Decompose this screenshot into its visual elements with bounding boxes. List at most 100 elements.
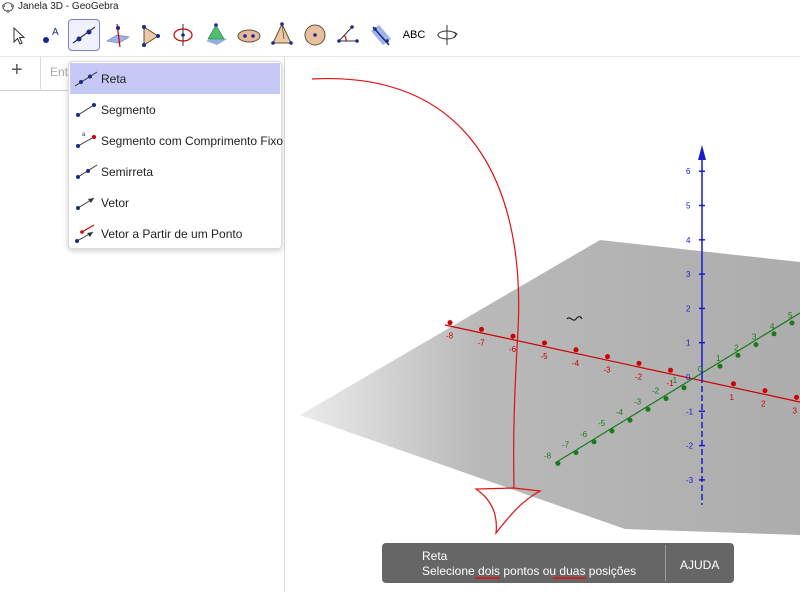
line-icon bbox=[74, 71, 98, 87]
vector-icon bbox=[76, 197, 95, 210]
y-tick-label: 1 bbox=[716, 354, 721, 363]
fixed-segment-icon: a bbox=[76, 132, 96, 148]
line-tools-menu: Reta Segmento a Segmento com Comprimento… bbox=[68, 61, 283, 249]
y-tick-dot bbox=[627, 417, 633, 423]
input-bar[interactable]: Ent bbox=[50, 65, 68, 79]
y-tick-dot bbox=[789, 320, 795, 326]
point-tool[interactable]: A bbox=[36, 20, 66, 50]
y-tick-dot bbox=[735, 352, 741, 358]
toolbar: A ABC bbox=[0, 16, 800, 57]
x-tick-dot bbox=[762, 388, 768, 394]
x-tick-dot bbox=[636, 360, 642, 366]
x-tick-dot bbox=[447, 320, 453, 326]
status-divider bbox=[665, 545, 666, 581]
y-tick-label: -8 bbox=[544, 451, 552, 460]
y-tick-dot bbox=[555, 460, 561, 466]
y-tick-label: 2 bbox=[734, 343, 739, 352]
xy-plane bbox=[300, 240, 800, 535]
y-tick-label: -4 bbox=[616, 408, 624, 417]
x-tick-dot bbox=[794, 394, 799, 400]
graphics-3d-view[interactable]: -8 -7 -6 -5 -4 -3 -2 -1 1 2 3 -8 -7 -6 -5 -4 -3 -2 -1 0 1 2 3… bbox=[285, 57, 800, 592]
window-title: Janela 3D - GeoGebra bbox=[18, 1, 119, 12]
geogebra-logo-icon bbox=[2, 1, 14, 16]
help-button[interactable]: AJUDA bbox=[680, 558, 719, 572]
z-tick-label: -1 bbox=[686, 407, 694, 416]
y-tick-dot bbox=[771, 331, 777, 337]
x-tick-dot bbox=[542, 340, 547, 346]
y-tick-label: -1 bbox=[670, 376, 678, 385]
x-tick-label: -3 bbox=[604, 366, 612, 375]
z-tick-label: 0 bbox=[686, 373, 691, 382]
z-tick-label: 2 bbox=[686, 304, 691, 313]
z-tick-label: -3 bbox=[686, 476, 694, 485]
segment-icon bbox=[76, 103, 96, 117]
x-tick-label: -4 bbox=[572, 359, 580, 368]
reflect-tool[interactable] bbox=[366, 20, 396, 50]
x-tick-dot bbox=[605, 354, 610, 360]
x-tick-label: -2 bbox=[635, 372, 643, 381]
x-tick-dot bbox=[731, 381, 736, 387]
y-tick-dot bbox=[591, 439, 597, 445]
y-tick-label: 5 bbox=[788, 311, 793, 320]
z-tick-label: 5 bbox=[686, 202, 691, 211]
rotate-view-tool[interactable] bbox=[432, 20, 462, 50]
z-tick-label: 1 bbox=[686, 339, 691, 348]
z-tick-label: 6 bbox=[686, 167, 691, 176]
menu-item-reta[interactable]: Reta bbox=[70, 63, 280, 94]
y-tick-dot bbox=[663, 396, 669, 402]
circle-tool[interactable] bbox=[168, 20, 198, 50]
x-tick-label: 2 bbox=[761, 400, 766, 409]
y-tick-label: 0 bbox=[698, 365, 703, 374]
status-tool-name: Reta bbox=[422, 549, 448, 563]
pyramid-tool[interactable] bbox=[267, 20, 297, 50]
z-tick-label: -2 bbox=[686, 442, 694, 451]
y-tick-dot bbox=[717, 363, 723, 369]
menu-item-vetor-partir-ponto[interactable]: Vetor a Partir de um Ponto bbox=[70, 218, 280, 249]
tool-help-bar: Reta Selecione dois pontos ou duas posiç… bbox=[382, 543, 734, 583]
ray-icon bbox=[76, 164, 98, 179]
menu-item-segmento-fixo[interactable]: a Segmento com Comprimento Fixo bbox=[70, 125, 283, 156]
x-tick-label: 3 bbox=[793, 406, 798, 415]
status-hint: Selecione dois pontos ou duas posições bbox=[422, 564, 637, 578]
title-bar: Janela 3D - GeoGebra bbox=[0, 0, 800, 15]
y-tick-dot bbox=[609, 428, 615, 434]
divider bbox=[40, 57, 41, 89]
sphere-tool[interactable] bbox=[300, 20, 330, 50]
x-tick-label: -8 bbox=[446, 332, 454, 341]
x-tick-dot bbox=[479, 326, 484, 332]
svg-text:a: a bbox=[82, 132, 86, 138]
line-tool[interactable] bbox=[68, 19, 100, 51]
x-tick-label: -6 bbox=[509, 345, 517, 354]
y-tick-label: -5 bbox=[598, 419, 606, 428]
text-tool[interactable]: ABC bbox=[399, 20, 429, 50]
pointer-tool[interactable] bbox=[3, 20, 33, 50]
menu-item-segmento[interactable]: Segmento bbox=[70, 94, 280, 125]
angle-tool[interactable] bbox=[333, 20, 363, 50]
y-tick-dot bbox=[573, 450, 579, 456]
y-tick-label: -3 bbox=[634, 397, 642, 406]
x-tick-label: -7 bbox=[478, 338, 486, 347]
menu-item-semirreta[interactable]: Semirreta bbox=[70, 156, 280, 187]
y-tick-dot bbox=[681, 385, 687, 391]
y-tick-label: -6 bbox=[580, 430, 588, 439]
z-tick-label: 3 bbox=[686, 270, 691, 279]
polygon-tool[interactable] bbox=[135, 20, 165, 50]
y-tick-label: 3 bbox=[752, 333, 757, 342]
menu-item-vetor[interactable]: Vetor bbox=[70, 187, 280, 218]
svg-text:A: A bbox=[52, 27, 59, 38]
vector-from-point-icon bbox=[75, 224, 95, 243]
plane-tool[interactable] bbox=[201, 20, 231, 50]
x-tick-label: 1 bbox=[730, 393, 735, 402]
x-tick-dot bbox=[510, 333, 516, 339]
x-tick-label: -5 bbox=[541, 352, 549, 361]
x-tick-dot bbox=[668, 367, 673, 373]
z-tick-label: 4 bbox=[686, 236, 691, 245]
perpendicular-tool[interactable] bbox=[102, 20, 132, 50]
y-tick-dot bbox=[645, 406, 651, 412]
x-tick-dot bbox=[573, 347, 579, 353]
input-underline bbox=[0, 90, 70, 91]
add-item-button[interactable]: + bbox=[11, 59, 23, 82]
y-tick-dot bbox=[753, 342, 759, 348]
conic-tool[interactable] bbox=[234, 20, 264, 50]
y-tick-label: -2 bbox=[652, 387, 660, 396]
